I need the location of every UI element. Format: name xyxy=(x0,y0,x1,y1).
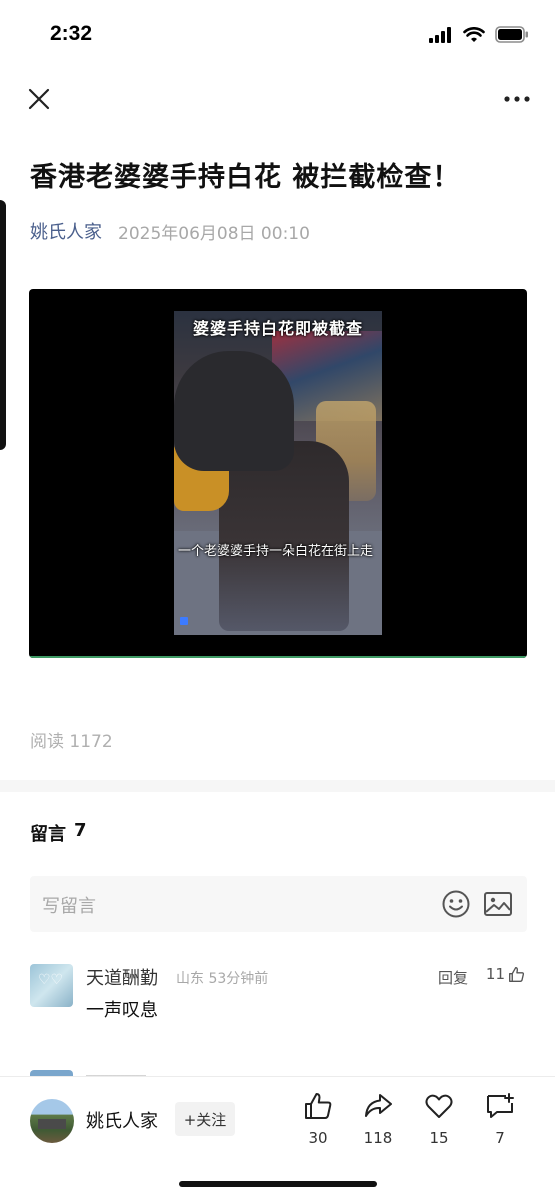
image-icon[interactable] xyxy=(483,890,513,918)
comment-action[interactable]: 7 xyxy=(476,1091,524,1163)
publish-date: 2025年06月08日 00:10 xyxy=(118,223,310,244)
close-button[interactable] xyxy=(24,84,54,114)
comments-count: 7 xyxy=(74,820,87,841)
bottom-action-bar: 姚氏人家 +关注 30 118 15 7 xyxy=(0,1076,555,1200)
commenter-avatar[interactable]: ♡♡ xyxy=(30,964,73,1007)
article-title: 香港老婆婆手持白花 被拦截检查！ xyxy=(30,162,461,193)
status-bar: 2:32 xyxy=(0,0,555,70)
battery-icon xyxy=(495,26,528,43)
top-nav xyxy=(0,70,555,128)
close-icon xyxy=(28,88,50,110)
commenter-name[interactable]: 天道酬勤 xyxy=(86,964,158,990)
comment-count: 7 xyxy=(495,1129,505,1147)
favorite-count: 15 xyxy=(429,1129,449,1147)
share-action[interactable]: 118 xyxy=(354,1091,402,1163)
share-count: 118 xyxy=(363,1129,393,1147)
bottom-author-name[interactable]: 姚氏人家 xyxy=(86,1107,158,1133)
comment-reply-button[interactable]: 回复 xyxy=(438,967,468,988)
share-icon xyxy=(365,1094,392,1117)
comment-icon xyxy=(487,1093,514,1118)
comment-like-count: 11 xyxy=(485,965,505,983)
like-count: 30 xyxy=(308,1129,328,1147)
read-count: 阅读 1172 xyxy=(30,732,113,752)
comment-input[interactable]: 写留言 xyxy=(30,876,527,932)
avatar-hearts-icon: ♡♡ xyxy=(38,972,64,988)
comment-text: 一声叹息 xyxy=(86,1000,158,1021)
comments-label: 留言 xyxy=(30,824,66,845)
heart-icon xyxy=(425,1094,453,1118)
video-caption-top: 婆婆手持白花即被截查 xyxy=(192,319,363,338)
video-caption-bottom: 一个老婆婆手持一朵白花在街上走 xyxy=(178,544,374,559)
comment-placeholder: 写留言 xyxy=(42,896,96,917)
edge-shadow xyxy=(0,200,6,450)
home-indicator[interactable] xyxy=(179,1181,377,1187)
video-progress-bar[interactable] xyxy=(29,656,527,658)
thumbs-up-icon xyxy=(305,1093,332,1119)
comment-location-time: 山东 53分钟前 xyxy=(176,971,269,987)
favorite-action[interactable]: 15 xyxy=(415,1091,463,1163)
emoji-icon[interactable] xyxy=(441,889,471,919)
video-frame: 婆婆手持白花即被截查 一个老婆婆手持一朵白花在街上走 xyxy=(174,311,382,635)
more-icon xyxy=(504,96,530,102)
follow-button[interactable]: +关注 xyxy=(175,1102,235,1136)
status-icons xyxy=(429,26,529,43)
watermark-logo-icon xyxy=(180,617,188,625)
status-time: 2:32 xyxy=(50,22,93,45)
video-watermark xyxy=(180,617,188,625)
comment-like-button[interactable]: 11 xyxy=(486,965,525,983)
article-meta: 姚氏人家 2025年06月08日 00:10 xyxy=(30,216,310,246)
section-divider xyxy=(0,780,555,792)
wifi-icon xyxy=(463,26,485,42)
more-button[interactable] xyxy=(501,84,533,114)
signal-icon xyxy=(429,26,451,43)
comments-header: 留言 7 xyxy=(30,820,87,846)
author-avatar[interactable] xyxy=(30,1099,74,1143)
video-player[interactable]: 婆婆手持白花即被截查 一个老婆婆手持一朵白花在街上走 xyxy=(29,289,527,658)
comment-item: ♡♡ 天道酬勤 山东 53分钟前 回复 11 一声叹息 xyxy=(30,962,527,1022)
like-action[interactable]: 30 xyxy=(294,1091,342,1163)
thumbs-up-icon xyxy=(509,966,525,982)
author-link[interactable]: 姚氏人家 xyxy=(30,218,102,244)
